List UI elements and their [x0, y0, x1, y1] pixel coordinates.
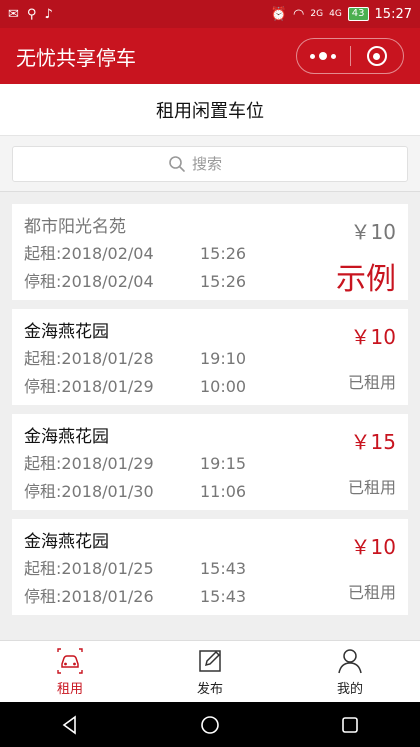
app-header: 无忧共享停车 — [0, 28, 420, 84]
back-icon[interactable] — [59, 714, 81, 736]
system-nav-bar — [0, 702, 420, 747]
start-row: 起租:2018/01/29 19:15 — [24, 450, 396, 478]
stop-date: 2018/01/29 — [61, 377, 154, 396]
edit-icon — [199, 650, 221, 672]
search-icon — [169, 155, 185, 172]
stop-label: 停租: — [24, 587, 62, 606]
stop-time: 15:26 — [200, 272, 247, 291]
listing-name: 都市阳光名苑 — [24, 217, 126, 237]
listing-price: ￥10 — [350, 535, 396, 559]
start-time: 19:15 — [200, 454, 247, 473]
start-time: 15:26 — [200, 244, 247, 263]
sample-label: 示例 — [336, 262, 396, 297]
stop-date: 2018/01/26 — [61, 587, 154, 606]
stop-label: 停租: — [24, 272, 62, 291]
search-box[interactable] — [12, 145, 408, 182]
notification-icon: ♪ — [44, 6, 53, 22]
stop-date: 2018/02/04 — [61, 272, 154, 291]
listing-status: 已租用 — [347, 373, 396, 392]
tab-label: 租用 — [56, 682, 83, 697]
start-date: 2018/01/25 — [61, 559, 154, 578]
start-date: 2018/01/28 — [61, 349, 154, 368]
network-label: 2G — [310, 9, 324, 19]
tab-bar: 租用 发布 我的 — [0, 640, 420, 702]
stop-row: 停租:2018/01/29 10:00 — [24, 373, 396, 401]
search-bar — [0, 136, 420, 192]
listing-status: 已租用 — [347, 583, 396, 602]
notification-icon: ✉ — [8, 6, 19, 22]
listing-status: 已租用 — [347, 478, 396, 497]
usb-icon: ⚲ — [26, 6, 37, 22]
start-label: 起租: — [24, 244, 62, 263]
more-dots-icon — [310, 52, 337, 60]
network-label: 4G — [329, 9, 342, 19]
start-time: 15:43 — [200, 559, 247, 578]
listing-name: 金海燕花园 — [24, 532, 109, 552]
app-title: 无忧共享停车 — [16, 45, 136, 70]
tab-label: 我的 — [336, 682, 363, 697]
page-title: 租用闲置车位 — [156, 100, 264, 122]
listing-price: ￥10 — [350, 325, 396, 349]
start-row: 起租:2018/01/25 15:43 — [24, 555, 396, 583]
stop-time: 11:06 — [200, 482, 247, 501]
tab-label: 发布 — [196, 682, 223, 697]
more-button[interactable] — [297, 39, 350, 73]
listing-price: ￥10 — [350, 220, 396, 244]
home-icon[interactable] — [199, 714, 221, 736]
car-icon — [57, 648, 83, 674]
miniprogram-capsule — [296, 38, 404, 74]
status-bar: ✉ ⚲ ♪ ⏰ ◠ 2G 4G 43 15:27 — [0, 0, 420, 28]
recents-icon[interactable] — [339, 714, 361, 736]
listing-name: 金海燕花园 — [24, 322, 109, 342]
listing-list: 都市阳光名苑 起租:2018/02/04 15:26 停租:2018/02/04… — [12, 204, 408, 624]
listing-card-sample[interactable]: 都市阳光名苑 起租:2018/02/04 15:26 停租:2018/02/04… — [12, 204, 408, 300]
stop-date: 2018/01/30 — [61, 482, 154, 501]
start-label: 起租: — [24, 454, 62, 473]
stop-time: 15:43 — [200, 587, 247, 606]
listing-card[interactable]: 金海燕花园 起租:2018/01/28 19:10 停租:2018/01/29 … — [12, 309, 408, 405]
start-row: 起租:2018/01/28 19:10 — [24, 345, 396, 373]
start-date: 2018/01/29 — [61, 454, 154, 473]
search-input[interactable] — [192, 154, 252, 173]
tab-rent[interactable]: 租用 — [0, 641, 140, 702]
start-label: 起租: — [24, 559, 62, 578]
stop-label: 停租: — [24, 377, 62, 396]
start-time: 19:10 — [200, 349, 247, 368]
status-time: 15:27 — [374, 6, 412, 22]
close-target-icon — [366, 46, 387, 66]
alarm-icon: ⏰ — [270, 6, 288, 22]
close-button[interactable] — [351, 39, 404, 73]
start-date: 2018/02/04 — [61, 244, 154, 263]
stop-time: 10:00 — [200, 377, 247, 396]
stop-row: 停租:2018/01/30 11:06 — [24, 478, 396, 506]
user-icon — [338, 649, 362, 674]
listing-name: 金海燕花园 — [24, 427, 109, 447]
tab-publish[interactable]: 发布 — [140, 641, 280, 702]
start-label: 起租: — [24, 349, 62, 368]
battery-icon: 43 — [347, 7, 369, 21]
listing-price: ￥15 — [350, 430, 396, 454]
stop-row: 停租:2018/01/26 15:43 — [24, 583, 396, 611]
listing-card[interactable]: 金海燕花园 起租:2018/01/25 15:43 停租:2018/01/26 … — [12, 519, 408, 615]
tab-mine[interactable]: 我的 — [280, 641, 420, 702]
stop-label: 停租: — [24, 482, 62, 501]
wifi-icon: ◠ — [293, 6, 305, 22]
page-title-bar: 租用闲置车位 — [0, 84, 420, 136]
listing-card[interactable]: 金海燕花园 起租:2018/01/29 19:15 停租:2018/01/30 … — [12, 414, 408, 510]
